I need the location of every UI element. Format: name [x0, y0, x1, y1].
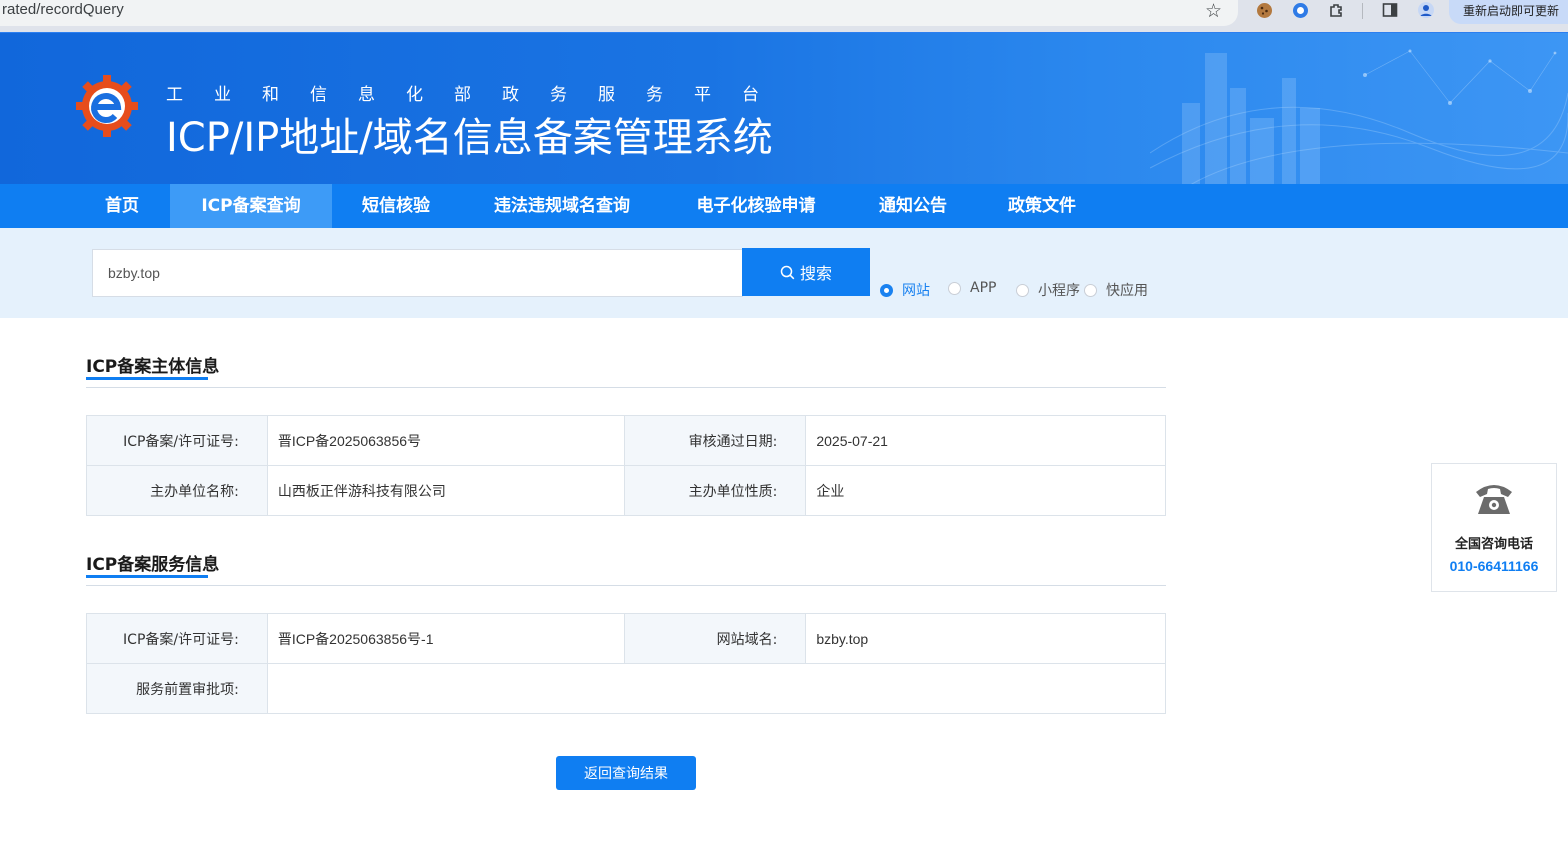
radio-label: 网站 — [902, 283, 930, 299]
service-info-title: ICP备案服务信息 — [86, 555, 220, 575]
search-input[interactable] — [92, 249, 743, 297]
section-divider — [86, 585, 1166, 586]
pre-approval-label: 服务前置审批项: — [86, 663, 268, 714]
nav-item-notices[interactable]: 通知公告 — [862, 184, 964, 228]
radio-unchecked-icon — [1016, 283, 1029, 297]
search-icon — [780, 265, 795, 279]
radio-mini-program[interactable]: 小程序 — [1016, 280, 1080, 300]
profile-avatar-icon[interactable] — [1416, 0, 1436, 20]
organizer-name-value: 山西板正伴游科技有限公司 — [266, 465, 625, 516]
subject-info-table: ICP备案/许可证号: 晋ICP备2025063856号 审核通过日期: 202… — [86, 415, 1166, 516]
search-button[interactable]: 搜索 — [742, 248, 870, 296]
radio-checked-icon — [880, 283, 893, 297]
subject-info-title: ICP备案主体信息 — [86, 357, 220, 377]
table-row: 服务前置审批项: — [86, 663, 1167, 714]
cookie-extension-icon[interactable] — [1254, 0, 1274, 20]
radio-unchecked-icon — [948, 281, 961, 295]
radio-website[interactable]: 网站 — [880, 280, 930, 300]
main-nav: 首页 ICP备案查询 短信核验 违法违规域名查询 电子化核验申请 通知公告 政策… — [0, 184, 1568, 228]
organizer-name-label: 主办单位名称: — [86, 465, 268, 516]
section-accent-bar — [86, 377, 208, 380]
radio-label: 快应用 — [1106, 283, 1148, 299]
blue-extension-icon[interactable] — [1290, 0, 1310, 20]
domain-label: 网站域名: — [623, 613, 807, 664]
radio-unchecked-icon — [1084, 283, 1097, 297]
side-panel-icon[interactable] — [1380, 0, 1400, 20]
service-license-label: ICP备案/许可证号: — [86, 613, 268, 664]
header-subtitle: 工业和信息化部政务服务平台 — [166, 85, 790, 105]
domain-value: bzby.top — [805, 613, 1166, 664]
header-title: ICP/IP地址/域名信息备案管理系统 — [166, 115, 773, 161]
toolbar-divider — [1362, 3, 1363, 19]
back-to-results-button[interactable]: 返回查询结果 — [556, 756, 696, 790]
puzzle-extensions-icon[interactable] — [1326, 0, 1346, 20]
approval-date-label: 审核通过日期: — [623, 415, 807, 466]
search-button-label: 搜索 — [799, 266, 832, 283]
header-banner: 工业和信息化部政务服务平台 ICP/IP地址/域名信息备案管理系统 — [0, 33, 1568, 185]
search-area: 搜索 网站 APP 小程序 快应用 — [0, 228, 1568, 318]
nav-item-home[interactable]: 首页 — [80, 184, 164, 228]
radio-app[interactable]: APP — [948, 280, 996, 296]
license-label: ICP备案/许可证号: — [86, 415, 268, 466]
url-text: rated/recordQuery — [2, 1, 124, 18]
hotline-label: 全国咨询电话 — [1454, 537, 1533, 552]
radio-label: APP — [970, 280, 997, 296]
license-value: 晋ICP备2025063856号 — [266, 415, 625, 466]
nav-item-e-verify[interactable]: 电子化核验申请 — [676, 184, 836, 228]
service-info-table: ICP备案/许可证号: 晋ICP备2025063856号-1 网站域名: bzb… — [86, 613, 1167, 714]
organizer-type-value: 企业 — [805, 465, 1166, 516]
approval-date-value: 2025-07-21 — [805, 415, 1166, 466]
bookmark-star-icon[interactable]: ☆ — [1205, 0, 1222, 22]
hotline-number: 010-66411166 — [1449, 558, 1539, 574]
address-bar[interactable]: rated/recordQuery — [0, 0, 1238, 26]
section-divider — [86, 387, 1166, 388]
hotline-widget: 全国咨询电话 010-66411166 — [1431, 463, 1557, 592]
nav-item-icp-query[interactable]: ICP备案查询 — [170, 184, 332, 228]
telephone-icon — [1476, 485, 1512, 514]
service-license-value: 晋ICP备2025063856号-1 — [266, 613, 625, 664]
table-row: ICP备案/许可证号: 晋ICP备2025063856号-1 网站域名: bzb… — [86, 613, 1166, 664]
miit-gear-logo — [76, 75, 138, 137]
radio-quick-app[interactable]: 快应用 — [1084, 280, 1148, 300]
restart-update-button[interactable]: 重新启动即可更新 — [1449, 0, 1568, 24]
city-skyline-decoration — [1150, 49, 1568, 185]
pre-approval-value — [266, 663, 1167, 714]
radio-label: 小程序 — [1038, 283, 1080, 299]
section-accent-bar — [86, 575, 208, 578]
table-row: ICP备案/许可证号: 晋ICP备2025063856号 审核通过日期: 202… — [86, 415, 1166, 466]
nav-item-policies[interactable]: 政策文件 — [990, 184, 1094, 228]
browser-toolbar: rated/recordQuery ☆ 重新启动即可更新 — [0, 0, 1568, 33]
nav-item-illegal-domain[interactable]: 违法违规域名查询 — [476, 184, 648, 228]
nav-item-sms-verify[interactable]: 短信核验 — [340, 184, 452, 228]
organizer-type-label: 主办单位性质: — [623, 465, 807, 516]
table-row: 主办单位名称: 山西板正伴游科技有限公司 主办单位性质: 企业 — [86, 465, 1166, 516]
